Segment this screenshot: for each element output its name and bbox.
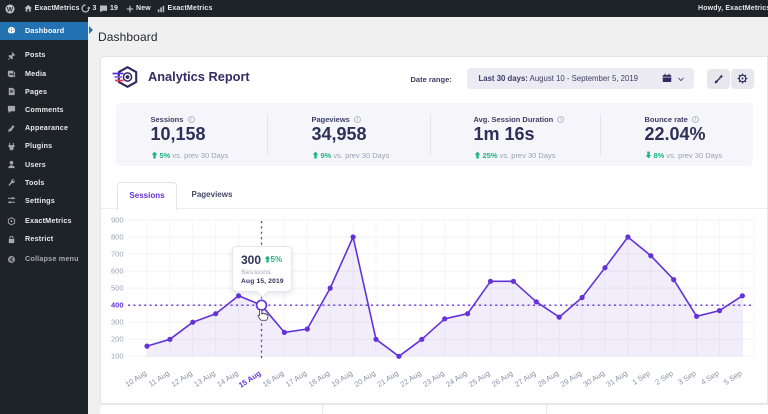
svg-text:W: W bbox=[6, 6, 13, 13]
svg-text:900: 900 bbox=[111, 215, 124, 224]
svg-text:700: 700 bbox=[111, 249, 124, 258]
svg-text:400: 400 bbox=[111, 301, 124, 310]
svg-text:200: 200 bbox=[111, 335, 124, 344]
svg-text:22 Aug: 22 Aug bbox=[398, 369, 422, 389]
svg-text:3 Sep: 3 Sep bbox=[676, 369, 697, 387]
svg-text:16 Aug: 16 Aug bbox=[261, 369, 285, 389]
svg-text:600: 600 bbox=[111, 267, 124, 276]
svg-text:27 Aug: 27 Aug bbox=[513, 369, 537, 389]
svg-text:300: 300 bbox=[111, 318, 124, 327]
svg-text:10 Aug: 10 Aug bbox=[124, 369, 148, 389]
svg-text:21 Aug: 21 Aug bbox=[375, 369, 399, 389]
svg-text:2 Sep: 2 Sep bbox=[653, 369, 674, 387]
svg-text:20 Aug: 20 Aug bbox=[353, 369, 377, 389]
svg-text:13 Aug: 13 Aug bbox=[192, 369, 216, 389]
svg-text:100: 100 bbox=[111, 352, 124, 361]
svg-text:19 Aug: 19 Aug bbox=[330, 369, 354, 389]
svg-text:800: 800 bbox=[111, 232, 124, 241]
svg-text:12 Aug: 12 Aug bbox=[169, 369, 193, 389]
svg-text:5 Sep: 5 Sep bbox=[722, 369, 743, 387]
svg-text:30 Aug: 30 Aug bbox=[582, 369, 606, 389]
svg-text:25 Aug: 25 Aug bbox=[467, 369, 491, 389]
svg-text:500: 500 bbox=[111, 284, 124, 293]
svg-text:17 Aug: 17 Aug bbox=[284, 369, 308, 389]
svg-text:31 Aug: 31 Aug bbox=[604, 369, 628, 389]
svg-text:29 Aug: 29 Aug bbox=[559, 369, 583, 389]
svg-text:18 Aug: 18 Aug bbox=[307, 369, 331, 389]
svg-text:23 Aug: 23 Aug bbox=[421, 369, 445, 389]
svg-text:1 Sep: 1 Sep bbox=[631, 369, 652, 387]
svg-text:24 Aug: 24 Aug bbox=[444, 369, 468, 389]
svg-text:4 Sep: 4 Sep bbox=[699, 369, 720, 387]
svg-text:11 Aug: 11 Aug bbox=[147, 369, 171, 389]
svg-text:28 Aug: 28 Aug bbox=[536, 369, 560, 389]
svg-text:26 Aug: 26 Aug bbox=[490, 369, 514, 389]
svg-text:15 Aug: 15 Aug bbox=[237, 368, 263, 389]
svg-text:14 Aug: 14 Aug bbox=[215, 369, 239, 389]
